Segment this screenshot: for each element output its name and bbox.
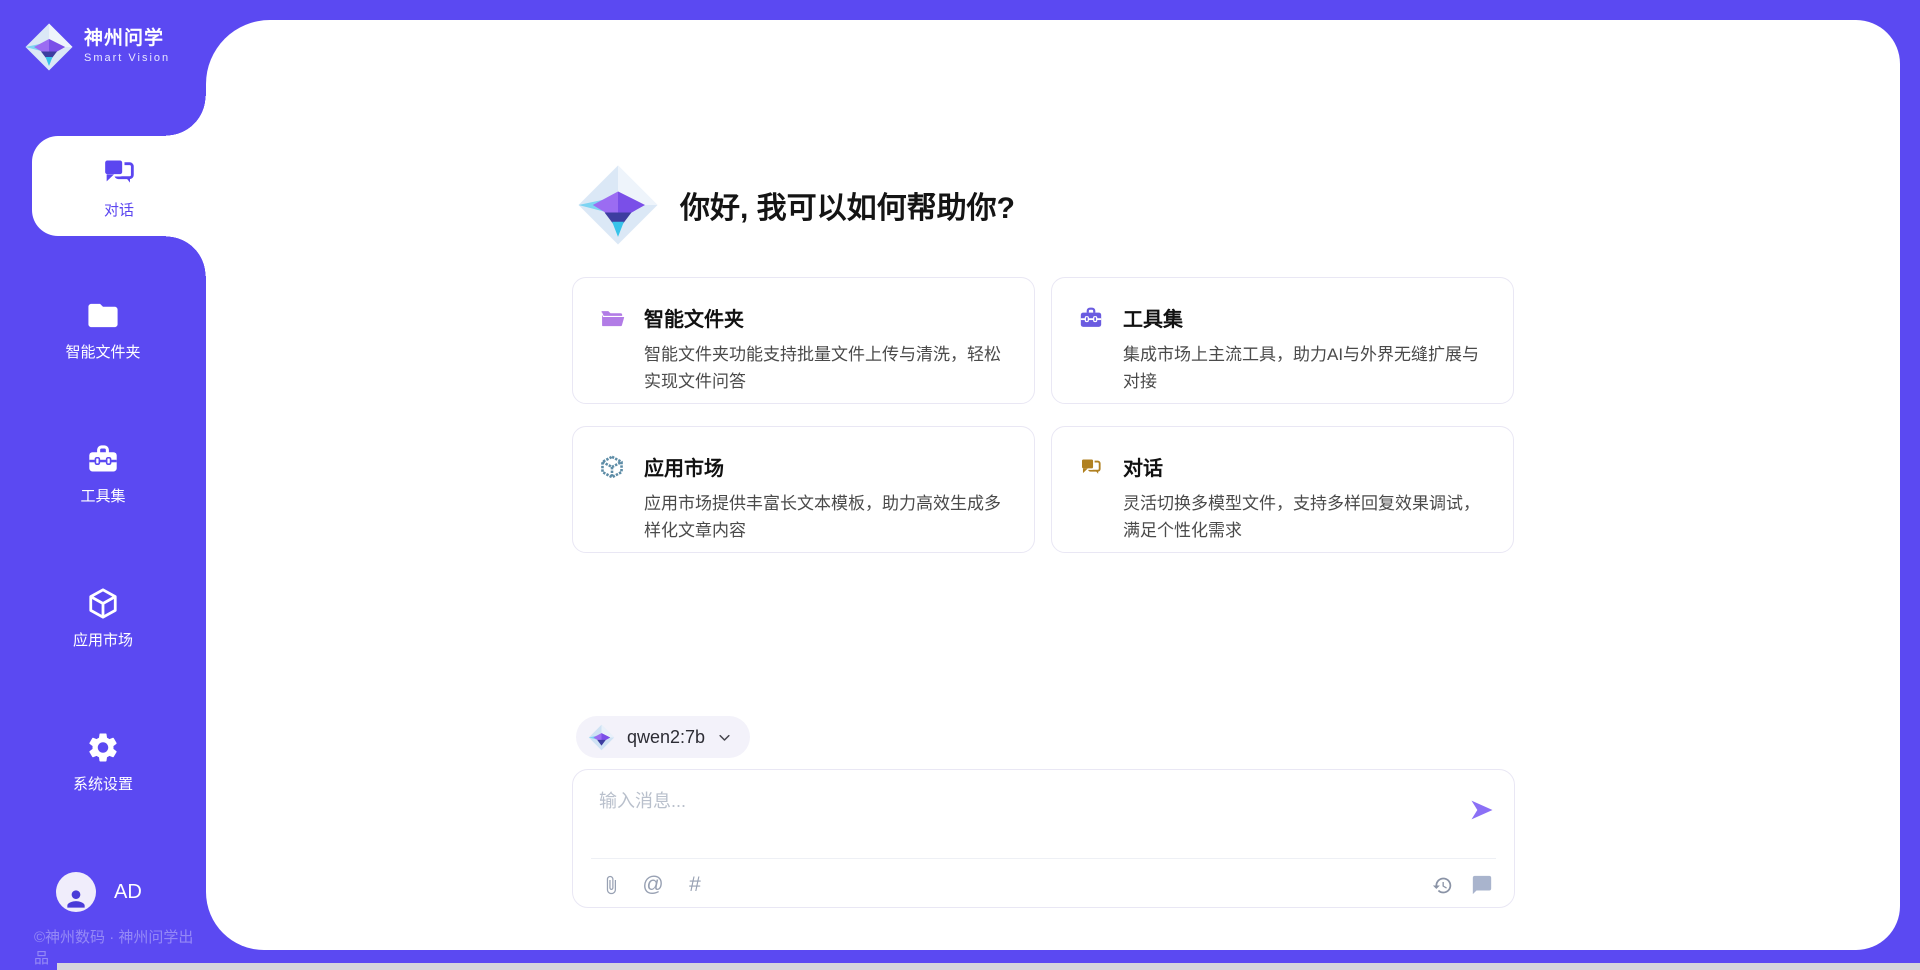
- history-button[interactable]: [1430, 873, 1454, 897]
- card-app-market[interactable]: 应用市场 应用市场提供丰富长文本模板，助力高效生成多样化文章内容: [572, 426, 1035, 553]
- sidebar-item-toolkit[interactable]: 工具集: [0, 442, 206, 506]
- feature-cards: 智能文件夹 智能文件夹功能支持批量文件上传与清洗，轻松实现文件问答 工具集 集成…: [572, 277, 1514, 553]
- send-button[interactable]: [1468, 796, 1496, 824]
- sidebar-item-smart-folders[interactable]: 智能文件夹: [0, 298, 206, 362]
- gear-icon: [84, 730, 122, 765]
- card-smart-folders[interactable]: 智能文件夹 智能文件夹功能支持批量文件上传与清洗，轻松实现文件问答: [572, 277, 1035, 404]
- greeting-title: 你好, 我可以如何帮助你?: [680, 183, 1015, 227]
- composer-toolbar: @ #: [599, 866, 1494, 904]
- cube-icon: [599, 454, 625, 480]
- tab-curve-bottom: [166, 236, 206, 276]
- folder-open-icon: [599, 305, 625, 331]
- sidebar-item-label: 智能文件夹: [65, 341, 140, 362]
- card-title: 对话: [1123, 452, 1163, 481]
- cube-icon: [83, 586, 123, 621]
- sidebar-item-label: 对话: [104, 199, 134, 220]
- avatar: [56, 872, 96, 912]
- model-logo-icon: [588, 724, 615, 751]
- sidebar-item-settings[interactable]: 系统设置: [0, 730, 206, 794]
- sidebar-item-chat[interactable]: 对话: [32, 136, 206, 236]
- user-profile[interactable]: AD: [56, 872, 142, 912]
- sidebar-item-label: 工具集: [80, 485, 125, 506]
- message-composer: @ #: [572, 769, 1515, 908]
- greeting-block: 你好, 我可以如何帮助你?: [576, 163, 1015, 247]
- person-icon: [63, 886, 89, 912]
- brand: 神州问学 Smart Vision: [24, 22, 170, 72]
- chat-icon: [1078, 454, 1104, 480]
- card-title: 工具集: [1123, 303, 1183, 332]
- mention-button[interactable]: @: [641, 873, 665, 897]
- brand-name: 神州问学: [84, 28, 170, 51]
- card-chat[interactable]: 对话 灵活切换多模型文件，支持多样回复效果调试，满足个性化需求: [1051, 426, 1514, 553]
- chevron-down-icon: [717, 730, 732, 745]
- composer-divider: [591, 858, 1496, 859]
- main-panel: 你好, 我可以如何帮助你? 智能文件夹 智能文件夹功能支持批量文件上传与清洗，轻…: [206, 20, 1900, 950]
- toolbox-icon: [84, 442, 122, 477]
- model-name: qwen2:7b: [627, 727, 705, 748]
- chat-bubble-icon: [1471, 874, 1493, 896]
- sidebar-item-app-market[interactable]: 应用市场: [0, 586, 206, 650]
- model-selector[interactable]: qwen2:7b: [576, 716, 750, 758]
- paperclip-icon: [601, 875, 621, 895]
- hash-icon: #: [689, 873, 701, 897]
- user-initials: AD: [114, 881, 142, 904]
- attach-file-button[interactable]: [599, 873, 623, 897]
- tab-curve-top: [166, 96, 206, 136]
- card-description: 集成市场上主流工具，助力AI与外界无缝扩展与对接: [1123, 341, 1485, 395]
- chat-icon: [99, 152, 139, 192]
- brand-logo-icon: [24, 22, 74, 72]
- card-title: 应用市场: [644, 452, 724, 481]
- copyright-text: ©神州数码 · 神州问学出品: [34, 926, 206, 968]
- sidebar: 神州问学 Smart Vision 对话 智能文件夹 工具集: [0, 0, 206, 970]
- card-toolkit[interactable]: 工具集 集成市场上主流工具，助力AI与外界无缝扩展与对接: [1051, 277, 1514, 404]
- sidebar-item-label: 应用市场: [73, 629, 133, 650]
- card-description: 灵活切换多模型文件，支持多样回复效果调试，满足个性化需求: [1123, 490, 1485, 544]
- horizontal-scrollbar[interactable]: [57, 963, 1920, 970]
- toolbox-icon: [1078, 305, 1104, 331]
- send-icon: [1468, 796, 1496, 824]
- sidebar-item-label: 系统设置: [73, 773, 133, 794]
- message-input[interactable]: [573, 770, 1514, 856]
- brand-subtitle: Smart Vision: [84, 51, 170, 65]
- card-title: 智能文件夹: [644, 303, 744, 332]
- history-icon: [1432, 875, 1453, 896]
- topic-button[interactable]: #: [683, 873, 707, 897]
- at-icon: @: [642, 873, 663, 897]
- assistant-logo-icon: [576, 163, 660, 247]
- card-description: 智能文件夹功能支持批量文件上传与清洗，轻松实现文件问答: [644, 341, 1006, 395]
- folder-icon: [84, 298, 122, 333]
- new-chat-button[interactable]: [1470, 873, 1494, 897]
- card-description: 应用市场提供丰富长文本模板，助力高效生成多样化文章内容: [644, 490, 1006, 544]
